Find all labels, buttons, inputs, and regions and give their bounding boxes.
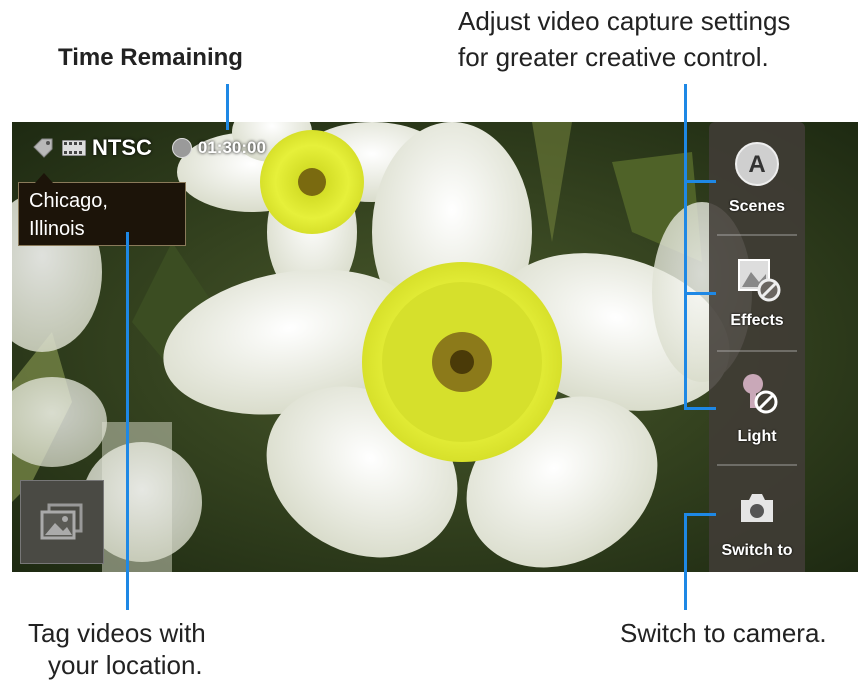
location-tag[interactable]: Chicago, Illinois [18, 173, 186, 246]
record-dot-icon [171, 138, 192, 158]
location-line1: Chicago, [29, 190, 108, 212]
scenes-auto-icon: A [735, 142, 779, 186]
status-bar: NTSC 01:30:00 [32, 134, 266, 162]
gallery-button[interactable] [20, 480, 104, 564]
time-remaining-callout: Time Remaining [58, 44, 243, 71]
film-icon [62, 140, 86, 156]
camera-icon [741, 494, 773, 522]
location-callout-line1: Tag videos with [28, 618, 206, 648]
leader-location [126, 232, 129, 610]
light-off-icon [743, 374, 778, 414]
effects-off-icon [738, 259, 781, 302]
location-line2: Illinois [29, 218, 85, 240]
leader-time-remaining [226, 84, 229, 130]
leader-settings-scenes [684, 180, 716, 183]
effects-button[interactable]: Effects [709, 236, 805, 348]
leader-switch-horizontal [684, 513, 716, 516]
scenes-letter: A [748, 151, 765, 178]
leader-switch-vertical [684, 513, 687, 610]
light-button[interactable]: Light [709, 352, 805, 464]
video-format-label: NTSC [92, 135, 152, 160]
camera-viewfinder[interactable]: NTSC 01:30:00 Chicago, Illinois A Scenes [12, 122, 858, 572]
leader-settings-light [684, 407, 716, 410]
switch-to-camera-button[interactable]: Switch to [709, 466, 805, 572]
switch-to-label: Switch to [721, 542, 793, 559]
settings-callout-line1: Adjust video capture settings [458, 6, 791, 36]
switch-callout: Switch to camera. [620, 618, 827, 648]
time-remaining-value: 01:30:00 [197, 138, 266, 157]
camera-settings-panel: A Scenes Effects Light Switch to [709, 122, 805, 572]
leader-settings-effects [684, 292, 716, 295]
scenes-label: Scenes [728, 198, 786, 215]
leader-settings-vertical [684, 84, 687, 410]
effects-label: Effects [730, 312, 784, 329]
location-callout-line2: your location. [48, 650, 203, 680]
settings-callout-line2: for greater creative control. [458, 42, 769, 72]
location-tag-icon[interactable] [32, 137, 54, 159]
light-label: Light [737, 428, 777, 445]
scenes-button[interactable]: A Scenes [709, 122, 805, 234]
gallery-icon [40, 503, 83, 540]
